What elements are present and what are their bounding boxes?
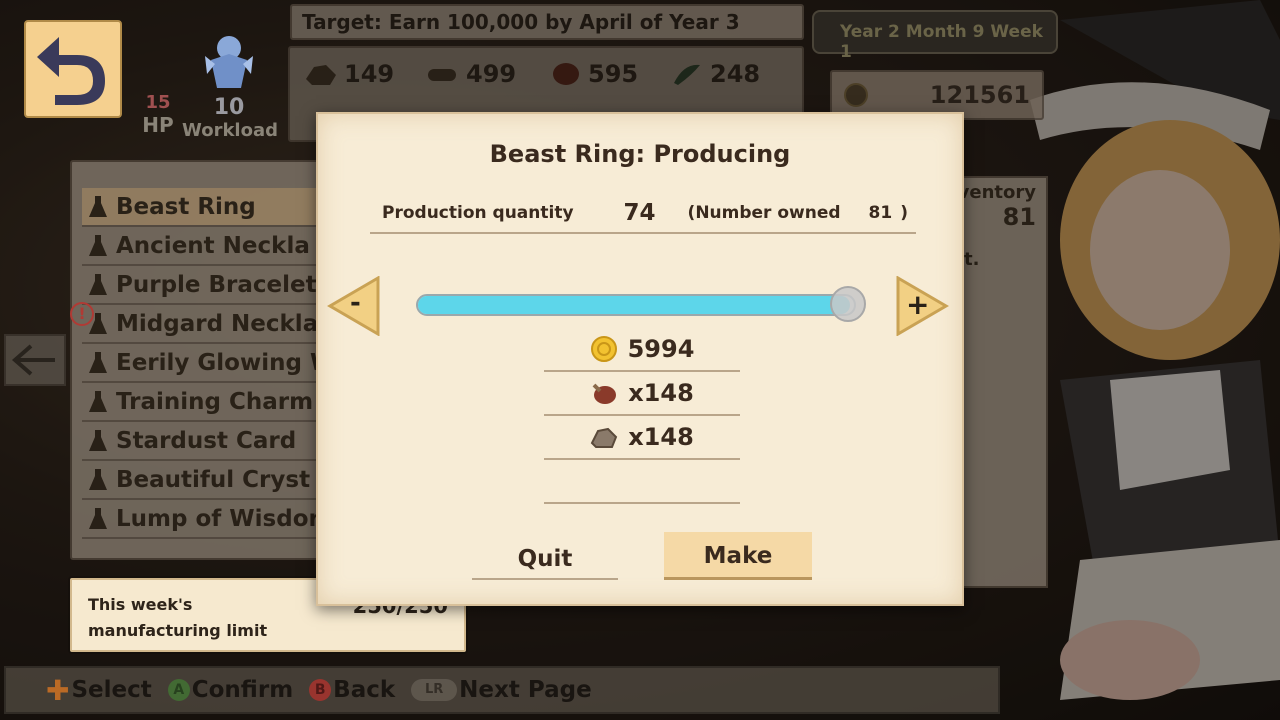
plus-label: +	[906, 288, 930, 321]
hint-back-label: Back	[333, 677, 396, 703]
quantity-row: Production quantity 74 (Number owned 81 …	[370, 194, 916, 234]
cost-meat-value: x148	[628, 379, 694, 407]
cost-ore: x148	[544, 416, 740, 460]
hint-select-label: Select	[71, 677, 152, 703]
list-item-label: Eerily Glowing W	[116, 349, 328, 376]
hint-back: B Back	[309, 677, 395, 703]
owned-label: (Number owned	[687, 203, 841, 223]
hp-label: HP	[142, 113, 174, 137]
hp-value: 15	[145, 92, 171, 113]
production-dialog: Beast Ring: Producing Production quantit…	[316, 112, 964, 606]
list-item-label: Stardust Card	[116, 427, 297, 454]
list-item[interactable]: Lump of Wisdor	[82, 500, 328, 539]
list-item-label: Lump of Wisdor	[116, 505, 320, 532]
list-item-label: Beautiful Cryst	[116, 466, 311, 493]
minus-label: -	[350, 288, 361, 318]
resource-meat: 595	[548, 60, 670, 88]
weekly-limit-label: This week's manufacturing limit	[88, 595, 268, 640]
fairy-avatar-icon	[205, 36, 253, 88]
list-item[interactable]: Stardust Card	[82, 422, 328, 461]
cost-meat: x148	[544, 372, 740, 416]
alert-icon: !	[70, 302, 94, 326]
target-banner: Target: Earn 100,000 by April of Year 3	[290, 4, 804, 40]
list-item[interactable]: Ancient Neckla	[82, 227, 328, 266]
hint-next-page: LR Next Page	[411, 677, 592, 703]
item-list: Beast Ring Ancient Neckla Purple Bracele…	[70, 160, 330, 560]
list-item[interactable]: Eerily Glowing W	[82, 344, 328, 383]
hint-confirm-label: Confirm	[191, 677, 294, 703]
date-display: Year 2 Month 9 Week 1	[812, 10, 1058, 62]
resource-wood: 499	[426, 60, 548, 88]
arrow-left-icon	[11, 344, 55, 376]
ore-icon	[590, 427, 618, 448]
control-hints: ✚ Select A Confirm B Back LR Next Page	[4, 666, 1000, 714]
decrease-button[interactable]: -	[326, 275, 382, 337]
list-item-label: Ancient Neckla	[116, 232, 310, 259]
flask-icon	[89, 273, 107, 295]
flask-icon	[89, 468, 107, 490]
quantity-value: 74	[623, 200, 656, 226]
gold-coin-icon	[590, 336, 617, 362]
coin-icon	[844, 83, 868, 107]
meat-icon	[553, 63, 579, 85]
owned-value: 81	[868, 203, 893, 223]
cost-ore-value: x148	[628, 423, 694, 451]
resource-ore: 149	[304, 60, 426, 88]
list-item-label: Purple Bracelet	[116, 271, 317, 298]
quit-button[interactable]: Quit	[472, 538, 618, 580]
wood-log-icon	[428, 69, 456, 81]
hint-next-page-label: Next Page	[459, 677, 592, 703]
flask-icon	[89, 390, 107, 412]
hint-select: ✚ Select	[46, 674, 152, 707]
cost-empty	[544, 460, 740, 504]
make-button[interactable]: Make	[664, 532, 812, 580]
list-item[interactable]: Beast Ring	[82, 188, 328, 227]
a-button-icon: A	[167, 679, 190, 701]
resource-meat-value: 595	[588, 60, 639, 88]
cost-gold: 5994	[544, 328, 740, 372]
money-value: 121561	[929, 81, 1030, 109]
list-item[interactable]: Midgard Neckla	[82, 305, 328, 344]
flask-icon	[89, 351, 107, 373]
prev-page-button[interactable]	[4, 334, 66, 386]
dialog-title: Beast Ring: Producing	[489, 140, 791, 168]
lr-button-icon: LR	[411, 679, 458, 701]
hp-stat: 15 HP	[136, 92, 180, 137]
list-item-label: Beast Ring	[116, 193, 256, 220]
list-item-label: Training Charm	[116, 388, 314, 415]
flask-icon	[89, 195, 107, 217]
increase-button[interactable]: +	[894, 275, 950, 337]
owned-close: )	[900, 203, 908, 223]
flask-icon	[89, 429, 107, 451]
workload-stat: 10 Workload	[182, 30, 278, 141]
slider-fill	[418, 296, 850, 314]
hint-confirm: A Confirm	[167, 677, 294, 703]
resource-wood-value: 499	[466, 60, 517, 88]
resource-ore-value: 149	[344, 60, 395, 88]
quantity-label: Production quantity	[382, 203, 574, 223]
flask-icon	[89, 507, 107, 529]
dpad-plus-icon: ✚	[46, 673, 70, 707]
list-item[interactable]: Beautiful Cryst	[82, 461, 328, 500]
ore-icon	[306, 65, 336, 85]
workload-label: Workload	[182, 120, 278, 141]
target-text: Target: Earn 100,000 by April of Year 3	[302, 10, 740, 34]
back-button[interactable]	[24, 20, 122, 118]
quantity-slider[interactable]	[416, 286, 866, 322]
herb-icon	[674, 64, 700, 85]
list-item[interactable]: Training Charm	[82, 383, 328, 422]
undo-arrow-icon	[37, 37, 105, 105]
resource-herb: 248	[670, 60, 792, 88]
list-item[interactable]: Purple Bracelet	[82, 266, 328, 305]
b-button-icon: B	[309, 679, 332, 701]
slider-handle[interactable]	[829, 286, 866, 322]
workload-value: 10	[213, 95, 245, 120]
cost-gold-value: 5994	[627, 335, 695, 363]
flask-icon	[89, 234, 107, 256]
meat-icon	[592, 383, 617, 404]
resource-herb-value: 248	[710, 60, 761, 88]
list-item-label: Midgard Neckla	[116, 310, 319, 337]
